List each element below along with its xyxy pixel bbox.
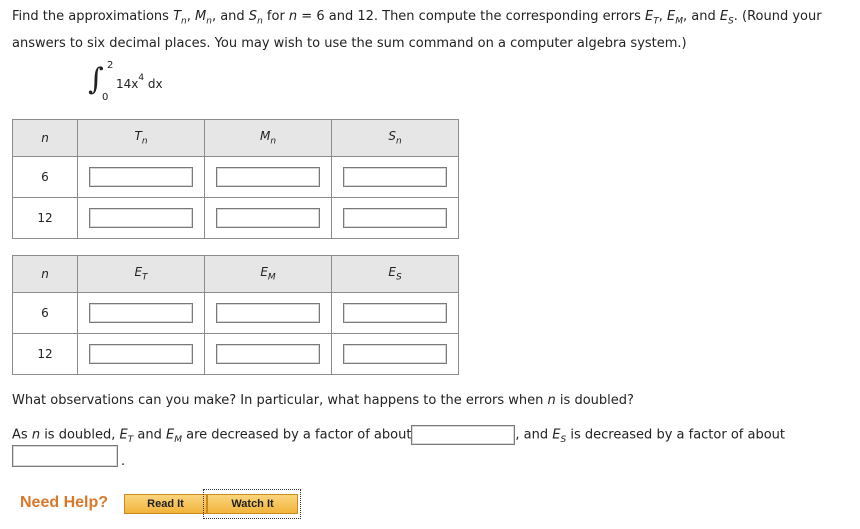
s12-input[interactable] — [343, 208, 447, 228]
header-mn: Mn — [204, 119, 332, 157]
es12-input[interactable] — [343, 344, 447, 364]
header-n: n — [12, 255, 78, 293]
row-n-12: 12 — [12, 333, 78, 375]
integral-expression: ∫ 2 0 14x4 dx — [88, 60, 208, 106]
s6-input[interactable] — [343, 167, 447, 187]
t12-input[interactable] — [89, 208, 193, 228]
factor-s-input[interactable] — [12, 445, 118, 467]
period: . — [121, 454, 126, 469]
et12-input[interactable] — [89, 344, 193, 364]
m12-input[interactable] — [216, 208, 320, 228]
m6-input[interactable] — [216, 167, 320, 187]
header-et: ET — [77, 255, 205, 293]
integral-lower-limit: 0 — [102, 92, 109, 103]
et6-input[interactable] — [89, 303, 193, 323]
row-n-12: 12 — [12, 197, 78, 239]
watch-it-button[interactable]: Watch It — [207, 494, 298, 514]
t6-input[interactable] — [89, 167, 193, 187]
em6-input[interactable] — [216, 303, 320, 323]
question-text: Find the approximations Tn, Mn, and Sn f… — [12, 9, 822, 51]
integrand: 14x4 dx — [116, 73, 163, 91]
observation-question: What observations can you make? In parti… — [12, 393, 634, 408]
approximations-table: n Tn Mn Sn 6 12 — [12, 119, 459, 239]
read-it-button[interactable]: Read It — [124, 494, 207, 514]
header-tn: Tn — [77, 119, 205, 157]
header-sn: Sn — [331, 119, 459, 157]
header-es: ES — [331, 255, 459, 293]
es6-input[interactable] — [343, 303, 447, 323]
header-em: EM — [204, 255, 332, 293]
factor-tm-input[interactable] — [411, 425, 516, 445]
row-n-6: 6 — [12, 292, 78, 334]
header-n: n — [12, 119, 78, 157]
em12-input[interactable] — [216, 344, 320, 364]
integral-upper-limit: 2 — [107, 60, 114, 71]
observation-answer-line: As n is doubled, ET and EM are decreased… — [12, 425, 785, 445]
row-n-6: 6 — [12, 156, 78, 198]
need-help-label: Need Help? — [20, 494, 109, 511]
errors-table: n ET EM ES 6 12 — [12, 255, 459, 375]
